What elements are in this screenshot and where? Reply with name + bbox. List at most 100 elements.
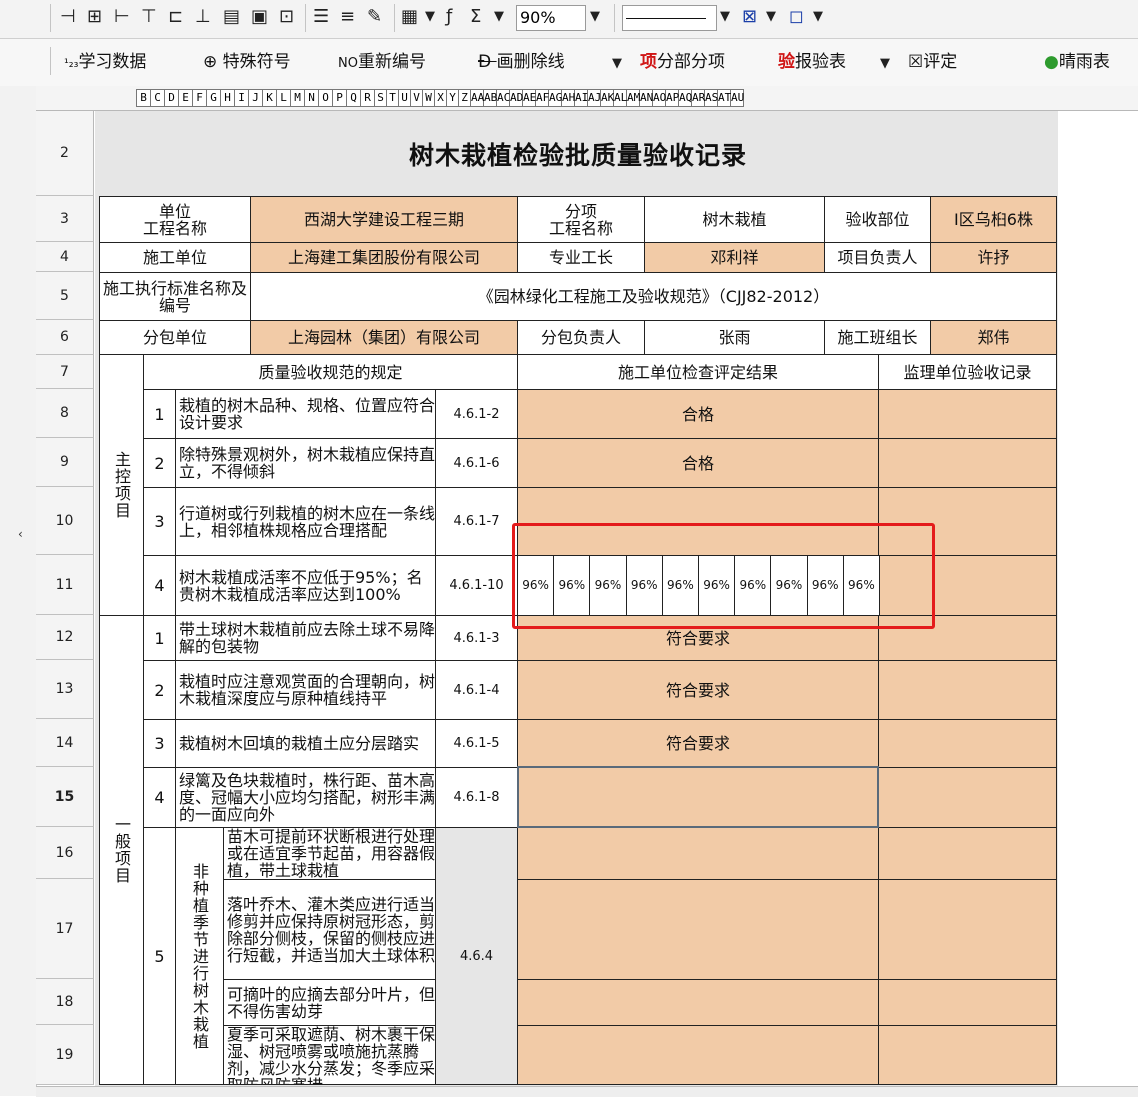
off-season-result[interactable] (517, 1025, 879, 1085)
column-letter[interactable]: AL (614, 89, 627, 107)
inspect-dropdown-icon[interactable]: ▼ (880, 53, 890, 75)
column-letter[interactable]: AI (575, 89, 588, 107)
column-letter[interactable]: Y (447, 89, 459, 107)
off-season-result[interactable] (517, 827, 879, 880)
border-icon[interactable]: ⊠ (742, 6, 757, 28)
row-number[interactable]: 10 (36, 487, 94, 555)
column-letter[interactable]: AR (692, 89, 705, 107)
column-letter[interactable]: L (277, 89, 291, 107)
off-season-result[interactable] (517, 879, 879, 980)
team-lead-cell[interactable]: 郑伟 (930, 320, 1057, 355)
format-painter-icon[interactable]: ✎ (367, 6, 382, 28)
inspect-button[interactable]: 验报验表 (778, 50, 846, 74)
column-letter[interactable]: B (136, 89, 151, 107)
general-item-result[interactable]: 符合要求 (517, 660, 879, 720)
renumber-button[interactable]: NO重新编号 (338, 50, 426, 76)
row-number[interactable]: 14 (36, 719, 94, 767)
column-letter[interactable]: Q (347, 89, 361, 107)
line-style-combo[interactable] (622, 5, 717, 31)
column-letter[interactable]: I (235, 89, 249, 107)
align-icon[interactable]: ☰ (313, 6, 329, 28)
sum-dropdown-icon[interactable]: ▼ (494, 6, 504, 28)
column-letter[interactable]: G (207, 89, 221, 107)
row-number[interactable]: 13 (36, 660, 94, 719)
column-letter[interactable]: AA (471, 89, 484, 107)
column-letter[interactable]: X (435, 89, 447, 107)
off-season-result[interactable] (517, 979, 879, 1026)
column-letter[interactable]: R (361, 89, 375, 107)
row-number[interactable]: 8 (36, 389, 94, 438)
pm-cell[interactable]: 许抒 (930, 242, 1057, 273)
column-letter[interactable]: AG (549, 89, 562, 107)
line-style-dropdown-icon[interactable]: ▼ (720, 6, 730, 28)
special-symbols-button[interactable]: ⊕ 特殊符号 (203, 50, 291, 74)
column-letter[interactable]: AN (640, 89, 653, 107)
row-number[interactable]: 3 (36, 196, 94, 242)
main-item-supervisor[interactable] (878, 389, 1057, 439)
row-number[interactable]: 19 (36, 1025, 94, 1085)
split-cells-icon[interactable]: ⊣ (60, 6, 76, 28)
column-letter[interactable]: S (375, 89, 387, 107)
accept-part-cell[interactable]: I区乌桕6株 (930, 196, 1057, 243)
general-item-supervisor[interactable] (878, 767, 1057, 828)
zoom-combo[interactable]: 90% (516, 5, 586, 31)
foreman-cell[interactable]: 邓利祥 (644, 242, 825, 273)
main-item-supervisor[interactable] (878, 438, 1057, 488)
indent-icon[interactable]: ≡ (340, 6, 355, 28)
column-letter[interactable]: J (249, 89, 263, 107)
general-item-supervisor[interactable] (878, 719, 1057, 768)
column-letter[interactable]: AM (627, 89, 640, 107)
formula-icon[interactable]: ƒ (446, 6, 452, 28)
row-number[interactable]: 9 (36, 438, 94, 487)
column-letter[interactable]: AT (718, 89, 731, 107)
strikethrough-button[interactable]: Ð 画删除线 (478, 50, 565, 74)
column-letter[interactable]: U (399, 89, 411, 107)
subitem-button[interactable]: 项分部分项 (640, 50, 725, 74)
row-number[interactable]: 11 (36, 555, 94, 615)
column-letter[interactable]: AC (497, 89, 510, 107)
row-number[interactable]: 2 (36, 111, 94, 196)
off-season-supervisor[interactable] (878, 879, 1057, 980)
weather-button[interactable]: ●晴雨表 (1044, 50, 1110, 74)
column-letter[interactable]: P (333, 89, 347, 107)
general-item-supervisor[interactable] (878, 660, 1057, 720)
sheet-tab-bar[interactable] (36, 1086, 1138, 1097)
column-letter[interactable]: H (221, 89, 235, 107)
column-letter[interactable]: C (151, 89, 165, 107)
evaluate-button[interactable]: ☒评定 (908, 50, 957, 74)
border-dropdown-icon[interactable]: ▼ (766, 6, 776, 28)
collapse-arrow-icon[interactable]: ‹ (18, 526, 36, 542)
column-letter[interactable]: F (193, 89, 207, 107)
column-letter[interactable]: O (319, 89, 333, 107)
column-letter[interactable]: E (179, 89, 193, 107)
row-number[interactable]: 5 (36, 272, 94, 320)
general-item-result[interactable]: 符合要求 (517, 719, 879, 768)
column-letter[interactable]: N (305, 89, 319, 107)
row-number[interactable]: 17 (36, 879, 94, 979)
delete-col-icon[interactable]: ⊥ (195, 6, 211, 28)
off-season-supervisor[interactable] (878, 827, 1057, 880)
merge-cells-icon[interactable]: ⊞ (87, 6, 102, 28)
delete-row-icon[interactable]: ⊏ (168, 6, 183, 28)
off-season-supervisor[interactable] (878, 979, 1057, 1026)
chart-icon[interactable]: ▦ (401, 6, 418, 28)
column-letter[interactable]: AJ (588, 89, 601, 107)
column-letter[interactable]: AP (666, 89, 679, 107)
insert-row-icon[interactable]: ⊢ (114, 6, 130, 28)
lock-icon[interactable]: ⊡ (279, 6, 294, 28)
column-letter[interactable]: AE (523, 89, 536, 107)
sub-lead-cell[interactable]: 张雨 (644, 320, 825, 355)
column-letter[interactable]: K (263, 89, 277, 107)
column-letter[interactable]: AK (601, 89, 614, 107)
fill-dropdown-icon[interactable]: ▼ (813, 6, 823, 28)
column-letter[interactable]: W (423, 89, 435, 107)
save-icon[interactable]: ▣ (251, 6, 268, 28)
sum-icon[interactable]: Σ (470, 6, 481, 28)
row-number[interactable]: 12 (36, 615, 94, 660)
print-icon[interactable]: ▤ (223, 6, 240, 28)
strikethrough-dropdown-icon[interactable]: ▼ (612, 53, 622, 75)
study-data-button[interactable]: ¹₂₃学习数据 (64, 50, 146, 75)
column-letter[interactable]: V (411, 89, 423, 107)
column-letter[interactable]: AH (562, 89, 575, 107)
sub-unit-cell[interactable]: 上海园林（集团）有限公司 (250, 320, 518, 355)
